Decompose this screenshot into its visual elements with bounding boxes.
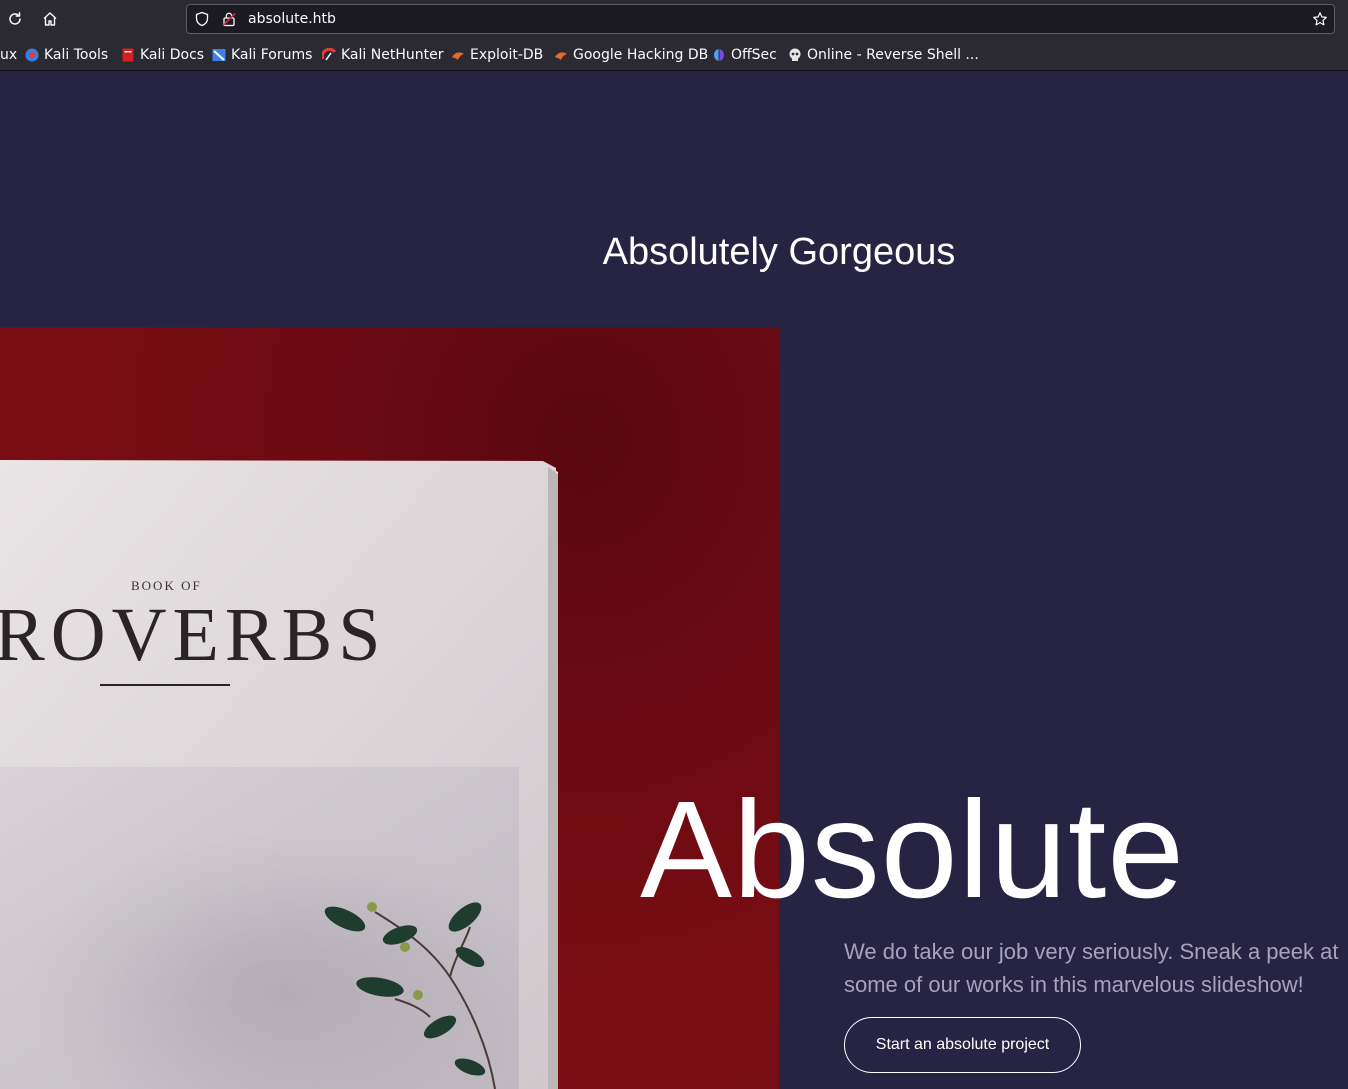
kali-tools-icon (25, 48, 39, 62)
hero-title: Absolute (640, 773, 1186, 927)
skull-icon (789, 48, 801, 61)
bookmark-offsec[interactable]: OffSec (712, 45, 777, 65)
page-content: Absolutely Gorgeous BOOK OF ROVERBS Abso… (0, 71, 1348, 1089)
bookmark-label: ux (0, 47, 18, 63)
book-title: ROVERBS (0, 593, 387, 677)
bookmark-item[interactable]: ux (0, 45, 17, 65)
kali-docs-icon (122, 48, 134, 62)
hero-subtitle: We do take our job very seriously. Sneak… (844, 939, 1339, 997)
reload-button[interactable] (1, 5, 29, 33)
book-kicker: BOOK OF (131, 578, 202, 593)
bookmark-reverse-shell[interactable]: Online - Reverse Shell ... (788, 45, 979, 65)
book-title-underline (100, 684, 230, 686)
exploit-db-icon (452, 52, 464, 60)
star-icon[interactable] (1312, 11, 1328, 27)
bookmark-kali-nethunter[interactable]: Kali NetHunter (322, 45, 443, 65)
shield-icon[interactable] (194, 11, 210, 27)
url-text[interactable]: absolute.htb (248, 11, 336, 27)
home-button[interactable] (36, 5, 64, 33)
bookmark-kali-forums[interactable]: Kali Forums (212, 45, 312, 65)
bookmark-exploit-db[interactable]: Exploit-DB (451, 45, 543, 65)
address-bar[interactable]: absolute.htb (186, 4, 1335, 34)
bookmark-google-hacking-db[interactable]: Google Hacking DB (554, 45, 708, 65)
insecure-lock-icon[interactable] (221, 11, 237, 27)
book-photo-illustration (0, 460, 558, 1089)
bookmark-kali-tools[interactable]: Kali Tools (25, 45, 108, 65)
kali-nethunter-icon (322, 48, 336, 61)
browser-toolbar: absolute.htb (0, 0, 1348, 38)
offsec-icon (714, 49, 724, 61)
hero-tagline: Absolutely Gorgeous (602, 231, 956, 273)
start-project-button[interactable]: Start an absolute project (844, 1017, 1081, 1073)
bookmarks-toolbar: ux Kali Tools Kali Docs Kali Forums Kali… (0, 38, 1348, 71)
home-icon (43, 12, 57, 26)
hero-photo: BOOK OF ROVERBS (0, 327, 779, 1089)
ghdb-icon (555, 52, 567, 60)
bookmark-kali-docs[interactable]: Kali Docs (121, 45, 204, 65)
kali-forums-icon (212, 49, 226, 61)
reload-icon (9, 12, 21, 25)
